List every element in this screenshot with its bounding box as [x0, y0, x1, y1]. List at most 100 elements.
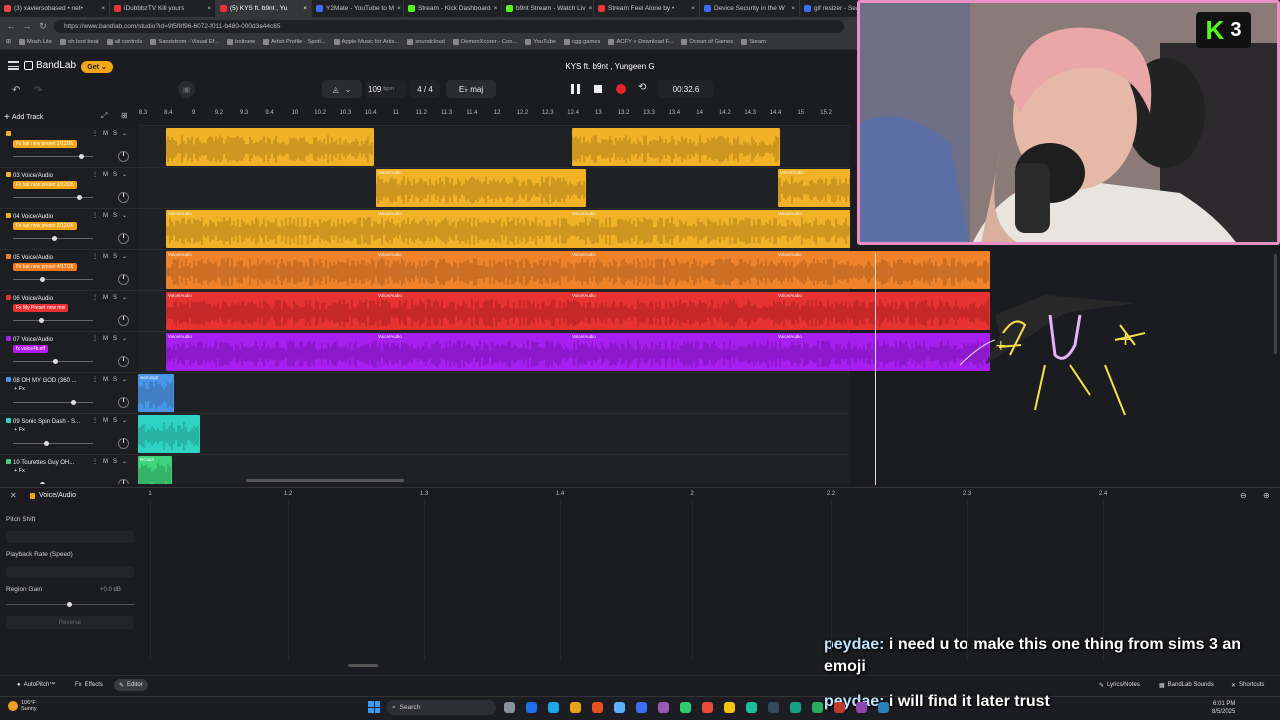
mute-solo-buttons[interactable]: ⋮MS⌄	[92, 212, 132, 219]
bookmark-item[interactable]: Mosh Lite	[18, 39, 52, 45]
track-pan-knob[interactable]	[118, 192, 129, 203]
pitch-shift-field[interactable]	[6, 531, 134, 543]
weather-widget[interactable]: 106°F Sunny	[8, 700, 37, 712]
track-name[interactable]: 07 Voice/Audio	[6, 336, 88, 343]
audio-clip[interactable]	[572, 128, 780, 166]
track-volume-slider[interactable]	[13, 279, 93, 280]
add-fx-button[interactable]: + Fx	[14, 427, 25, 433]
track-volume-slider[interactable]	[13, 402, 93, 403]
back-icon[interactable]: ←	[6, 21, 16, 31]
add-fx-button[interactable]: + Fx	[14, 468, 25, 474]
track-lane[interactable]: Voice/Audio Voice/Audio	[138, 168, 850, 209]
track-name[interactable]: 10 Tourettes Guy OH...	[6, 459, 88, 466]
track-pan-knob[interactable]	[118, 274, 129, 285]
mute-solo-buttons[interactable]: ⋮MS⌄	[92, 171, 132, 178]
track-lane[interactable]: warning2	[138, 373, 850, 414]
track-volume-slider[interactable]	[13, 320, 93, 321]
track-lanes[interactable]: Voice/Audio Voice/Audio Voice/Audio Voice/A…	[138, 127, 850, 484]
add-track-button[interactable]: + Add Track	[4, 111, 43, 124]
track-header[interactable]: 03 Voice/Audio Fx kat new preset 2/12/26 ⋮…	[0, 168, 138, 209]
audio-clip[interactable]: Voice/Audio	[166, 251, 850, 289]
track-name[interactable]	[6, 131, 88, 138]
track-preset-badge[interactable]: Fx My Preset new mix	[13, 304, 69, 312]
taskbar-app-icon[interactable]	[878, 702, 889, 713]
taskbar-app-icon[interactable]	[504, 702, 515, 713]
song-title[interactable]: KYS ft. b9nt , Yungeen G	[540, 62, 680, 71]
shortcuts-button[interactable]: ✕ Shortcuts	[1226, 679, 1269, 691]
apps-icon[interactable]: ⊞	[6, 39, 11, 45]
bookmark-item[interactable]: Steam	[741, 39, 766, 45]
track-volume-handle[interactable]	[52, 359, 58, 364]
track-header[interactable]: 06 Voice/Audio Fx My Preset new mix ⋮MS⌄	[0, 291, 138, 332]
horizontal-scrollbar[interactable]	[246, 479, 404, 482]
track-header[interactable]: 08 OH MY GOD (360 ... + Fx ⋮MS⌄	[0, 373, 138, 414]
track-header[interactable]: 04 Voice/Audio Fx kat new preset 2/12/26 ⋮…	[0, 209, 138, 250]
taskbar-search[interactable]: ⌕ Search	[386, 700, 496, 715]
loop-icon[interactable]: ⟲	[638, 82, 646, 93]
track-lane[interactable]: Voice/Audio Voice/Audio Voice/Audio Voice/A…	[138, 209, 850, 250]
url-field[interactable]: https://www.bandlab.com/studio?id=9f5f8f…	[54, 19, 844, 33]
bookmark-item[interactable]: Apple Music for Artis...	[333, 39, 399, 45]
taskbar-app-icon[interactable]	[526, 702, 537, 713]
time-signature-field[interactable]: 4 / 4	[410, 80, 440, 98]
track-settings-icon[interactable]: ⊞	[121, 111, 128, 120]
track-header[interactable]: 10 Tourettes Guy OH... + Fx ⋮MS⌄	[0, 455, 138, 484]
lyrics-notes-button[interactable]: ✎ Lyrics/Notes	[1094, 679, 1145, 691]
forward-icon[interactable]: →	[22, 21, 32, 31]
taskbar-app-icon[interactable]	[680, 702, 691, 713]
track-pan-knob[interactable]	[118, 233, 129, 244]
track-pan-knob[interactable]	[118, 151, 129, 162]
bookmark-item[interactable]: cgg games	[564, 39, 600, 45]
track-header[interactable]: 09 Sonic Spin Dash - S... + Fx ⋮MS⌄	[0, 414, 138, 455]
reverse-button[interactable]: Reverse	[6, 616, 134, 629]
editor-button[interactable]: ✎ Editor	[114, 679, 148, 691]
browser-tab[interactable]: iDubbbzTV Kill yours ×	[110, 0, 216, 17]
vertical-scrollbar[interactable]	[1274, 254, 1277, 354]
browser-tab[interactable]: (5) KYS ft. b9nt , Yu ×	[216, 0, 312, 17]
audio-clip[interactable]: Voice/Audio	[166, 292, 850, 330]
taskbar-app-icon[interactable]	[548, 702, 559, 713]
tempo-field[interactable]: 109 bpm	[366, 80, 406, 98]
track-header[interactable]: 07 Voice/Audio fx voice4k.eff ⋮MS⌄	[0, 332, 138, 373]
track-volume-handle[interactable]	[40, 482, 46, 484]
bookmark-item[interactable]: soundcloud	[407, 39, 445, 45]
track-pan-knob[interactable]	[118, 315, 129, 326]
track-pan-knob[interactable]	[118, 479, 129, 484]
bookmark-item[interactable]: ACFY » Download F...	[608, 39, 673, 45]
bookmark-item[interactable]: DemonXcorer - Con...	[452, 39, 517, 45]
taskbar-app-icon[interactable]	[592, 702, 603, 713]
track-pan-knob[interactable]	[118, 356, 129, 367]
effects-button[interactable]: Fx Effects	[70, 679, 108, 691]
autopitch-button[interactable]: ● AutoPitch™	[12, 679, 60, 691]
audio-clip[interactable]: Voice/Audio	[376, 169, 586, 207]
track-preset-badge[interactable]: fx voice4k.eff	[13, 345, 49, 353]
browser-tab[interactable]: (3) xaviersobased • net• ×	[0, 0, 110, 17]
mute-solo-buttons[interactable]: ⋮MS⌄	[92, 376, 132, 383]
hamburger-menu-icon[interactable]	[8, 61, 19, 70]
taskbar-app-icon[interactable]	[570, 702, 581, 713]
get-button[interactable]: Get ⌄	[81, 61, 113, 73]
taskbar-app-icon[interactable]	[724, 702, 735, 713]
undo-icon[interactable]: ↶	[12, 85, 20, 96]
taskbar-app-icon[interactable]	[812, 702, 823, 713]
track-lane[interactable]: Voice/Audio Voice/Audio Voice/Audio Voice/A…	[138, 332, 850, 373]
browser-tab[interactable]: Stream - Kick Dashboard ×	[404, 0, 502, 17]
track-pan-knob[interactable]	[118, 397, 129, 408]
taskbar-app-icon[interactable]	[702, 702, 713, 713]
mute-solo-buttons[interactable]: ⋮MS⌄	[92, 458, 132, 465]
close-tab-icon[interactable]: ×	[791, 5, 795, 12]
region-gain-slider-handle[interactable]	[67, 602, 72, 607]
track-preset-badge[interactable]: Fx kat new preset 2/12/26	[13, 222, 77, 230]
windows-start-icon[interactable]	[368, 701, 380, 713]
track-volume-handle[interactable]	[40, 277, 46, 282]
audio-clip[interactable]	[850, 251, 990, 289]
playback-rate-field[interactable]	[6, 566, 134, 578]
close-tab-icon[interactable]: ×	[691, 5, 695, 12]
bookmark-item[interactable]: oh lord beat	[60, 39, 99, 45]
bandlab-sounds-button[interactable]: ▦ BandLab Sounds	[1154, 679, 1219, 691]
close-icon[interactable]: ✕	[10, 491, 17, 500]
editor-ruler[interactable]: 1 1.2 1.3 1.4 2 2.2 2.3 2.4	[140, 488, 1270, 500]
mute-solo-buttons[interactable]: ⋮MS⌄	[92, 130, 132, 137]
track-lane[interactable]: Voice/Audio Voice/Audio Voice/Audio Voice/A…	[138, 291, 850, 332]
browser-tab[interactable]: Stream Feel Alone by • ×	[594, 0, 700, 17]
